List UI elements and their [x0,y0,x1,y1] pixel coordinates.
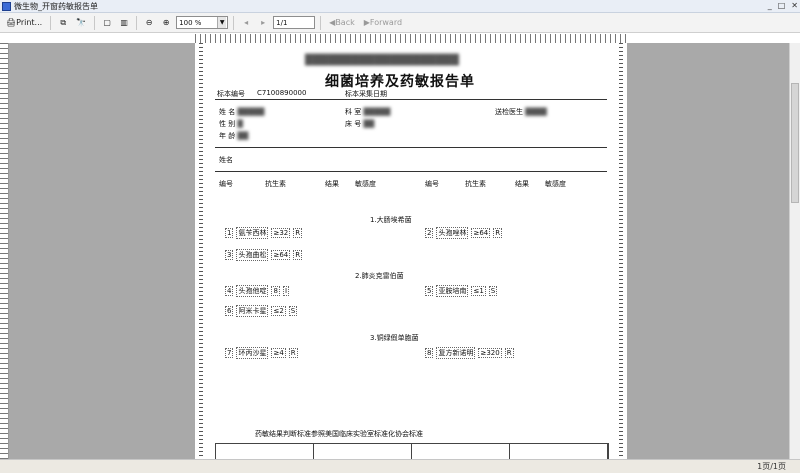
left-margin-guide [199,43,203,459]
column-header: 敏感度 [545,180,566,188]
table-row: 3 头孢曲松 ≥64 R [225,249,303,261]
field-name: 姓 名 █████ [219,108,265,116]
field-doctor: 送检医生 ████ [495,108,547,116]
zoom-out-icon[interactable]: ⊖ [142,16,156,30]
right-margin-guide [619,43,623,459]
section-title: 1.大肠埃希菌 [370,216,412,224]
column-header: 抗生素 [465,180,486,188]
vertical-scrollbar[interactable] [789,43,800,459]
find-icon[interactable]: 🔭 [73,16,89,30]
signature-cell [510,444,608,459]
signature-table [215,443,609,459]
field-dept: 科 室 █████ [345,108,391,116]
multi-page-icon[interactable]: ▥ [117,16,131,30]
toolbar-separator [320,15,322,30]
section-title: 2.肺炎克雷伯菌 [355,272,404,280]
window-controls: _ □ ✕ [768,1,798,10]
single-page-icon[interactable]: ▢ [100,16,114,30]
zoom-in-icon[interactable]: ⊕ [159,16,173,30]
prev-page-icon[interactable]: ◂ [239,16,253,30]
divider [215,147,607,148]
chevron-down-icon: ▼ [217,17,227,28]
table-row: 5 亚胺培南 ≤1 S [425,285,498,297]
page-status: 1页/1页 [757,462,786,471]
toolbar-separator [136,15,138,30]
collect-date-label: 标本采集日期 [345,90,387,98]
app-icon [2,1,11,11]
column-header: 结果 [515,180,529,188]
signature-cell [412,444,510,459]
divider [215,99,607,100]
zoom-select[interactable]: 100 % ▼ [176,16,229,29]
toolbar-separator [50,15,52,30]
preview-background-left [9,43,195,459]
window-title: 微生物_开窗药敏报告单 [14,1,98,11]
forward-button[interactable]: ▶ Forward [361,16,405,30]
hospital-name: ████████████████████ [305,55,459,66]
minimize-icon[interactable]: _ [768,1,772,10]
table-row: 7 环丙沙星 ≥4 R [225,347,298,359]
column-header: 结果 [325,180,339,188]
signature-cell [216,444,314,459]
report-title: 细菌培养及药敏报告单 [325,74,475,90]
maximize-icon[interactable]: □ [778,1,786,10]
column-header: 敏感度 [355,180,376,188]
report-page: ████████████████████ 细菌培养及药敏报告单 标本编号 C71… [195,43,627,459]
table-row: 2 头孢唑林 ≥64 R [425,227,503,239]
field-sex: 性 别 █ [219,120,243,128]
sample-number: C7100890000 [257,89,307,97]
section-title: 3.铜绿假单胞菌 [370,334,419,342]
left-ruler [0,43,9,459]
signature-cell [314,444,412,459]
table-row: 6 阿米卡星 ≤2 S [225,305,298,317]
field-age: 年 龄 ██ [219,132,249,140]
table-row: 1 氨苄西林 ≥32 R [225,227,303,239]
preview-background-right [627,43,789,459]
table-row: 4 头孢他啶 8 I [225,285,290,297]
divider [215,171,607,172]
column-header: 编号 [219,180,233,188]
back-button[interactable]: ◀ Back [326,16,358,30]
toolbar-separator [233,15,235,30]
page-input[interactable]: 1/1 [273,16,316,29]
print-button[interactable]: 🖨 Print... [3,16,45,30]
patient-name-label: 姓名 [219,156,233,164]
sample-label: 标本编号 [217,90,245,98]
status-bar: 1页/1页 [0,459,800,473]
title-bar: 微生物_开窗药敏报告单 _ □ ✕ [0,0,800,13]
close-icon[interactable]: ✕ [791,1,798,10]
scroll-thumb[interactable] [791,83,799,203]
toolbar: 🖨 Print... ⧉ 🔭 ▢ ▥ ⊖ ⊕ 100 % ▼ ◂ ▸ 1/1 ◀ … [0,13,800,33]
column-header: 编号 [425,180,439,188]
field-bed: 床 号 ██ [345,120,375,128]
next-page-icon[interactable]: ▸ [256,16,270,30]
column-header: 抗生素 [265,180,286,188]
copy-icon[interactable]: ⧉ [56,16,70,30]
footer-note: 药敏结果判断标准参照美国临床实验室标准化协会标准 [255,430,423,438]
table-row: 8 复方新诺明 ≥320 R [425,347,514,359]
toolbar-separator [94,15,96,30]
